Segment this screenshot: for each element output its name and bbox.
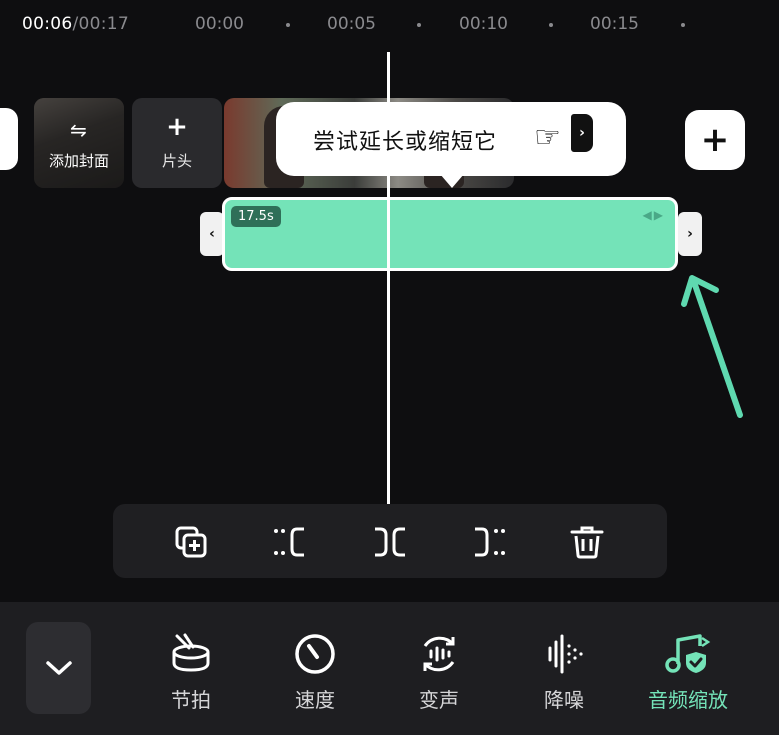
clip-trim-right-handle[interactable]: › xyxy=(678,212,702,256)
audio-scale-icon xyxy=(665,634,711,673)
add-clip-button[interactable]: + xyxy=(685,110,745,170)
tool-voice-change[interactable]: 变声 xyxy=(389,632,489,713)
pointing-hand-icon: ☞ xyxy=(534,120,561,155)
trim-handle-icon: › xyxy=(571,114,593,152)
trim-right-button[interactable] xyxy=(471,524,507,560)
tool-label: 音频缩放 xyxy=(648,688,728,712)
tool-label: 节拍 xyxy=(171,688,211,712)
ruler-tick: 00:15 xyxy=(590,14,639,34)
ruler-dot xyxy=(681,23,685,27)
trim-left-icon xyxy=(274,527,304,557)
trim-right-icon xyxy=(475,527,505,557)
current-time: 00:06 xyxy=(22,14,73,34)
time-readout: 00:06/00:17 xyxy=(22,14,129,34)
total-time: /00:17 xyxy=(72,14,130,34)
tool-label: 速度 xyxy=(295,688,335,712)
audio-clip[interactable]: 17.5s ◀▶ xyxy=(222,197,678,271)
add-cover-button[interactable]: ⇋ 添加封面 xyxy=(34,98,124,188)
ruler-dot xyxy=(417,23,421,27)
drum-icon xyxy=(172,633,210,672)
trash-icon xyxy=(570,526,604,559)
ruler-tick: 00:10 xyxy=(459,14,508,34)
plus-icon: + xyxy=(166,112,188,142)
tool-noise-reduction[interactable]: 降噪 xyxy=(514,632,614,713)
audio-tools-dock: 节拍 速度 变声 降噪 音频缩放 xyxy=(0,602,779,735)
noise-reduction-icon xyxy=(548,634,583,674)
add-intro-label: 片头 xyxy=(161,152,192,170)
ruler-dot xyxy=(549,23,553,27)
trim-left-button[interactable] xyxy=(272,524,308,560)
tool-label: 变声 xyxy=(419,688,459,712)
trim-hint-tooltip: 尝试延长或缩短它 ☞ › xyxy=(276,102,626,188)
track-left-button[interactable] xyxy=(0,108,18,170)
split-button[interactable] xyxy=(372,524,408,560)
delete-button[interactable] xyxy=(569,524,605,560)
copy-add-icon xyxy=(175,526,207,558)
split-icon xyxy=(375,527,405,557)
swap-icon: ⇋ xyxy=(70,118,87,142)
duplicate-button[interactable] xyxy=(173,524,209,560)
collapse-button[interactable] xyxy=(26,622,91,714)
clip-edit-toolbar xyxy=(113,504,667,578)
clip-duration-badge: 17.5s xyxy=(231,206,281,227)
ruler-dot xyxy=(286,23,290,27)
tool-speed[interactable]: 速度 xyxy=(265,632,365,713)
add-intro-button[interactable]: + 片头 xyxy=(132,98,222,188)
plus-icon: + xyxy=(700,120,730,160)
voice-change-icon xyxy=(423,636,455,672)
clip-trim-left-handle[interactable]: ‹ xyxy=(200,212,224,256)
ruler-tick: 00:00 xyxy=(195,14,244,34)
cover-image xyxy=(34,98,124,188)
add-cover-label: 添加封面 xyxy=(48,152,109,170)
ruler-tick: 00:05 xyxy=(327,14,376,34)
tooltip-text: 尝试延长或缩短它 xyxy=(313,130,498,155)
tool-beat[interactable]: 节拍 xyxy=(141,632,241,713)
tooltip-arrow xyxy=(440,174,464,188)
hint-arrow-icon xyxy=(681,275,743,418)
chevron-down-icon xyxy=(45,661,72,675)
stereo-arrows-icon: ◀▶ xyxy=(642,208,665,222)
tool-label: 降噪 xyxy=(544,688,584,712)
tool-audio-scale[interactable]: 音频缩放 xyxy=(638,632,738,713)
speed-dial-icon xyxy=(295,634,335,674)
